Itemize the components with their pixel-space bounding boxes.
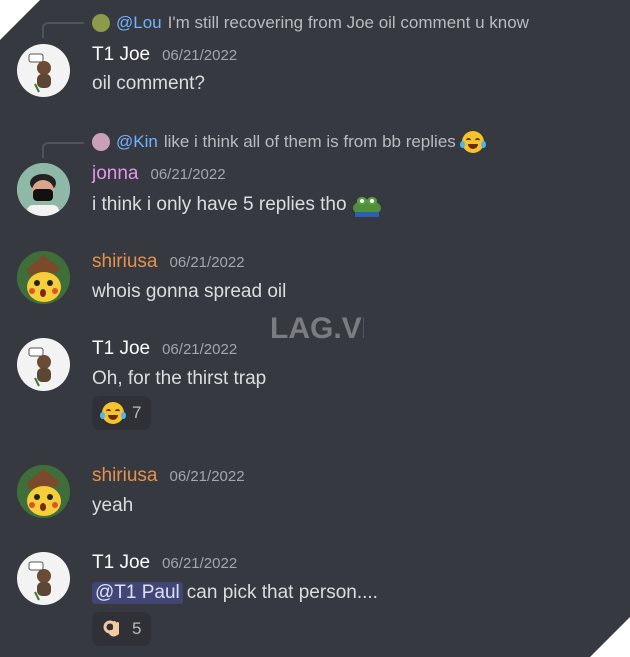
message-text: Oh, for the thirst trap [92,368,266,390]
message-body: yeah [92,495,134,516]
author-name[interactable]: T1 Joe [92,552,150,574]
avatar[interactable] [17,338,70,391]
watermark-logo: LAG.VN [268,300,383,356]
message-text: oil comment? [92,73,205,95]
message-body: oil comment? [92,73,205,94]
avatar[interactable] [17,465,70,518]
watermark-text: LAG.VN [270,312,364,345]
reply-text: like i think all of them is from bb repl… [163,132,456,151]
timestamp: 06/21/2022 [169,468,245,485]
author-name[interactable]: shiriusa [92,251,157,273]
pepe-frog-icon [351,193,383,217]
corner-decoration [0,0,40,40]
author-name[interactable]: T1 Joe [92,338,150,360]
avatar[interactable] [17,552,70,605]
joy-face-icon [100,402,126,424]
message-body: i think i only have 5 replies tho [92,194,347,215]
reply-avatar [92,14,110,32]
timestamp: 06/21/2022 [162,341,238,358]
timestamp: 06/21/2022 [150,166,226,183]
ok-hand-icon [102,618,124,640]
avatar[interactable] [17,163,70,216]
reply-avatar [92,133,110,151]
message-body: whois gonna spread oil [92,281,287,302]
reply-mention[interactable]: @Lou [116,13,162,33]
corner-decoration [590,617,630,657]
author-name[interactable]: jonna [92,163,139,185]
reply-preview[interactable]: @Kin like i think all of them is from bb… [92,131,486,153]
author-name[interactable]: T1 Joe [92,44,150,66]
reaction-count: 5 [132,619,142,638]
avatar[interactable] [17,251,70,304]
message-text: yeah [92,495,133,517]
timestamp: 06/21/2022 [162,47,238,64]
reaction-button[interactable]: 7 [92,396,152,430]
reply-preview[interactable]: @Lou I'm still recovering from Joe oil c… [92,12,529,34]
avatar[interactable] [17,44,70,97]
reaction-button[interactable]: 5 [92,612,152,646]
user-mention[interactable]: @T1 Paul [92,582,183,604]
reply-connector [42,142,84,158]
author-name[interactable]: shiriusa [92,465,157,487]
chat-log: @Lou I'm still recovering from Joe oil c… [0,0,630,657]
message-text: @T1 Paul can pick that person.... [92,582,378,604]
message-text: whois gonna spread oil [92,281,286,303]
message-text: i think i only have 5 replies tho [92,193,383,217]
timestamp: 06/21/2022 [169,254,245,271]
reply-mention[interactable]: @Kin [116,132,158,152]
reaction-count: 7 [132,403,142,422]
message-body: Oh, for the thirst trap [92,368,267,389]
timestamp: 06/21/2022 [162,555,238,572]
message-body: can pick that person.... [186,582,378,603]
reply-connector [42,22,84,38]
reply-text: I'm still recovering from Joe oil commen… [167,13,529,32]
joy-face-icon [459,131,486,153]
